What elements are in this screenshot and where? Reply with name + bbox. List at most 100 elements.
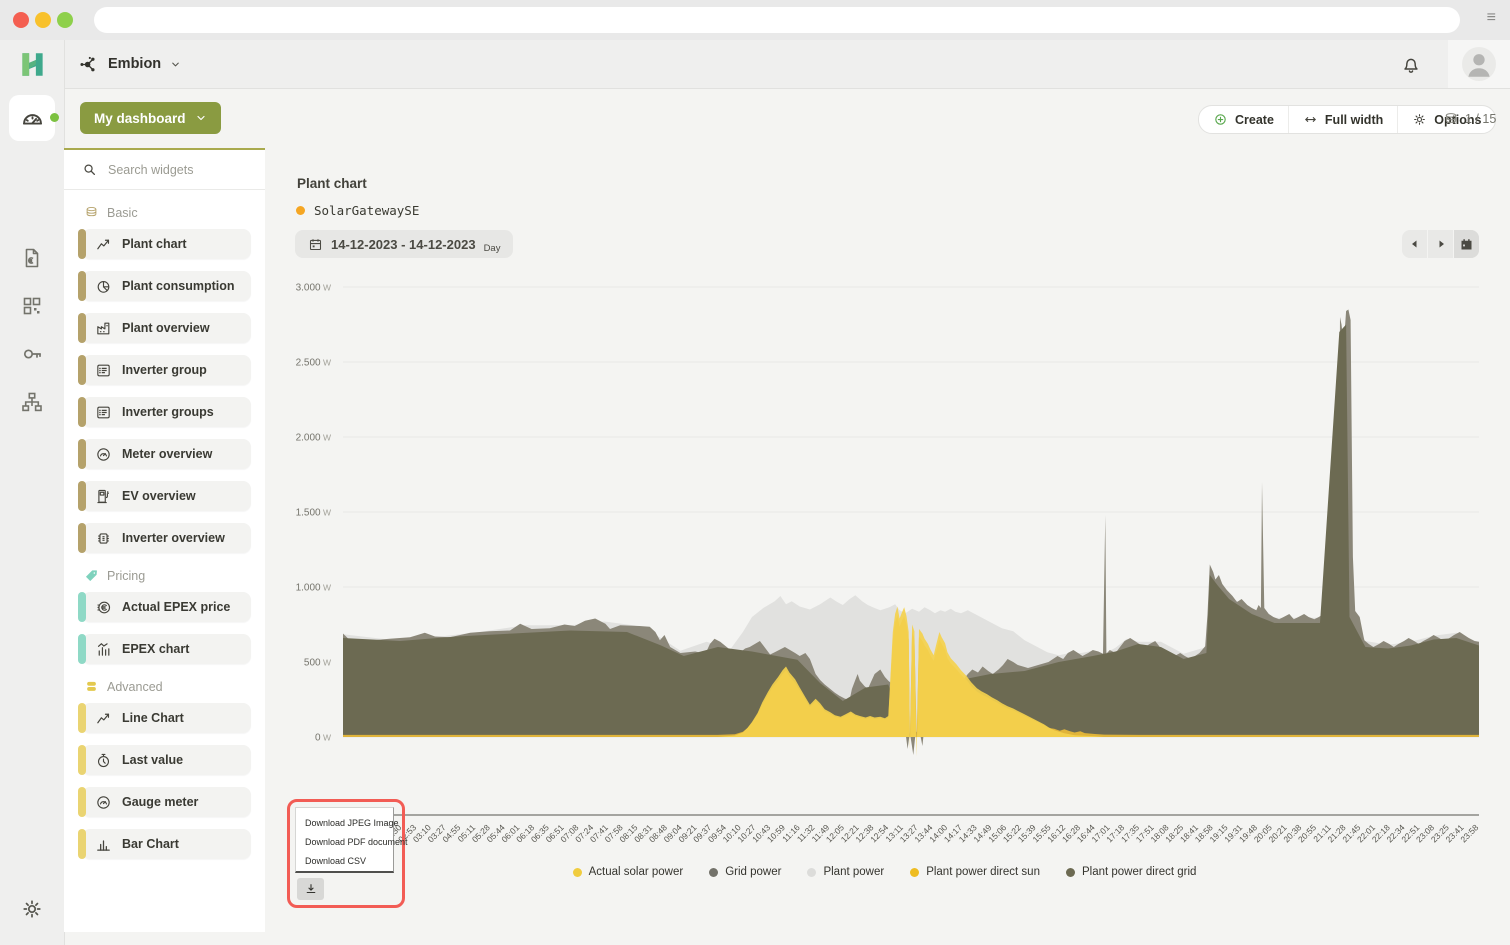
calendar-icon <box>1459 237 1474 252</box>
nav-settings[interactable] <box>20 897 44 921</box>
widget-item-inverter-group[interactable]: Inverter group <box>82 355 251 385</box>
org-name: Embion <box>108 56 161 72</box>
active-indicator-dot <box>50 113 59 122</box>
widget-item-actual-epex-price[interactable]: Actual EPEX price <box>82 592 251 622</box>
widget-item-epex-chart[interactable]: EPEX chart <box>82 634 251 664</box>
app-logo[interactable] <box>0 40 65 88</box>
granularity-label: Day <box>484 243 501 254</box>
widget-item-ev-overview[interactable]: EV overview <box>82 481 251 511</box>
sitemap-icon <box>20 390 44 414</box>
widget-item-meter-overview[interactable]: Meter overview <box>82 439 251 469</box>
browser-chrome: ≡ <box>0 0 1510 41</box>
chip-icon <box>95 530 112 547</box>
avatar <box>1462 47 1496 81</box>
address-bar[interactable] <box>94 7 1460 33</box>
device-dot <box>296 206 305 215</box>
dashboard-name: My dashboard <box>94 111 186 126</box>
section-header-basic: Basic <box>84 205 265 220</box>
widget-item-last-value[interactable]: Last value <box>82 745 251 775</box>
nav-rail <box>0 88 65 945</box>
search-input[interactable] <box>106 162 250 178</box>
org-selector[interactable]: Embion <box>78 40 181 88</box>
menu-item-download-csv[interactable]: Download CSV <box>305 852 393 871</box>
y-tick-label: 500 W <box>304 658 331 669</box>
legend-item-plant-power-direct-sun[interactable]: Plant power direct sun <box>910 866 1040 878</box>
device-legend[interactable]: SolarGatewaySE <box>296 203 419 218</box>
list-icon <box>95 362 112 379</box>
create-button[interactable]: Create <box>1199 106 1288 133</box>
widget-sidebar: Basic Plant chart Plant consumption Plan… <box>64 148 265 932</box>
gear-icon <box>1412 112 1427 127</box>
layers-icon <box>84 205 99 220</box>
coin-euro-icon <box>95 599 112 616</box>
nav-widgets[interactable] <box>20 294 44 318</box>
app-header: Embion <box>0 40 1510 89</box>
legend-item-grid-power[interactable]: Grid power <box>709 866 781 878</box>
legend-item-plant-power[interactable]: Plant power <box>807 866 884 878</box>
chevron-down-icon <box>195 112 207 124</box>
legend-dot <box>807 868 816 877</box>
ev-charger-icon <box>95 488 112 505</box>
calendar-icon <box>308 237 323 252</box>
notifications-button[interactable] <box>1400 53 1422 75</box>
factory-icon <box>95 320 112 337</box>
layers-icon <box>1443 111 1459 127</box>
menu-item-download-jpeg[interactable]: Download JPEG Image <box>305 814 393 833</box>
y-tick-label: 1.000 W <box>296 583 331 594</box>
invoice-euro-icon <box>20 246 44 270</box>
app-window: ≡ Embion <box>0 0 1510 945</box>
pie-chart-icon <box>95 278 112 295</box>
widget-search <box>64 150 265 190</box>
y-tick-label: 1.500 W <box>296 508 331 519</box>
date-range-picker[interactable]: 14-12-2023 - 14-12-2023 Day <box>295 230 513 258</box>
user-menu[interactable] <box>1448 40 1510 88</box>
chart-legend: Actual solar power Grid power Plant power P… <box>285 866 1484 878</box>
bar-chart-icon <box>95 836 112 853</box>
triangle-right-icon <box>1435 238 1447 250</box>
widget-item-plant-overview[interactable]: Plant overview <box>82 313 251 343</box>
widget-item-plant-chart[interactable]: Plant chart <box>82 229 251 259</box>
widget-item-line-chart[interactable]: Line Chart <box>82 703 251 733</box>
widget-item-plant-consumption[interactable]: Plant consumption <box>82 271 251 301</box>
legend-dot <box>1066 868 1075 877</box>
plus-circle-icon <box>1213 112 1228 127</box>
full-width-button[interactable]: Full width <box>1288 106 1397 133</box>
tag-icon <box>84 568 99 583</box>
horizontal-arrows-icon <box>1303 112 1318 127</box>
dashboard-selector-button[interactable]: My dashboard <box>80 102 221 134</box>
date-nav-controls <box>1402 230 1479 258</box>
device-name: SolarGatewaySE <box>314 203 419 218</box>
next-period-button[interactable] <box>1427 230 1453 258</box>
download-menu: Download JPEG Image Download PDF documen… <box>295 807 394 873</box>
key-icon <box>20 342 44 366</box>
widget-item-inverter-overview[interactable]: Inverter overview <box>82 523 251 553</box>
line-chart-icon <box>95 710 112 727</box>
window-maximize-button[interactable] <box>57 12 73 28</box>
nav-hierarchy[interactable] <box>20 390 44 414</box>
line-chart-icon <box>95 236 112 253</box>
window-minimize-button[interactable] <box>35 12 51 28</box>
date-range-text: 14-12-2023 - 14-12-2023 <box>331 237 476 252</box>
legend-item-plant-power-direct-grid[interactable]: Plant power direct grid <box>1066 866 1196 878</box>
window-close-button[interactable] <box>13 12 29 28</box>
menu-item-download-pdf[interactable]: Download PDF document <box>305 833 393 852</box>
calendar-button[interactable] <box>1453 230 1479 258</box>
h-logo-icon <box>19 51 46 78</box>
chart-export-button[interactable] <box>297 878 324 900</box>
download-annotation-box: Download JPEG Image Download PDF documen… <box>287 799 405 908</box>
nav-access-keys[interactable] <box>20 342 44 366</box>
legend-dot <box>573 868 582 877</box>
stopwatch-icon <box>95 752 112 769</box>
nav-dashboards[interactable] <box>9 95 55 141</box>
prev-period-button[interactable] <box>1402 230 1427 258</box>
widget-item-bar-chart[interactable]: Bar Chart <box>82 829 251 859</box>
nav-billing[interactable] <box>20 246 44 270</box>
widget-item-gauge-meter[interactable]: Gauge meter <box>82 787 251 817</box>
bell-icon <box>1400 53 1422 75</box>
plant-chart-plot[interactable]: 3.000 W2.500 W2.000 W1.500 W1.000 W500 W… <box>285 281 1484 866</box>
legend-item-actual-solar-power[interactable]: Actual solar power <box>573 866 684 878</box>
stack-icon <box>84 679 99 694</box>
browser-menu-icon[interactable]: ≡ <box>1487 9 1496 27</box>
widget-item-inverter-groups[interactable]: Inverter groups <box>82 397 251 427</box>
dashboard-page-indicator: 1 / 15 <box>1443 105 1496 132</box>
